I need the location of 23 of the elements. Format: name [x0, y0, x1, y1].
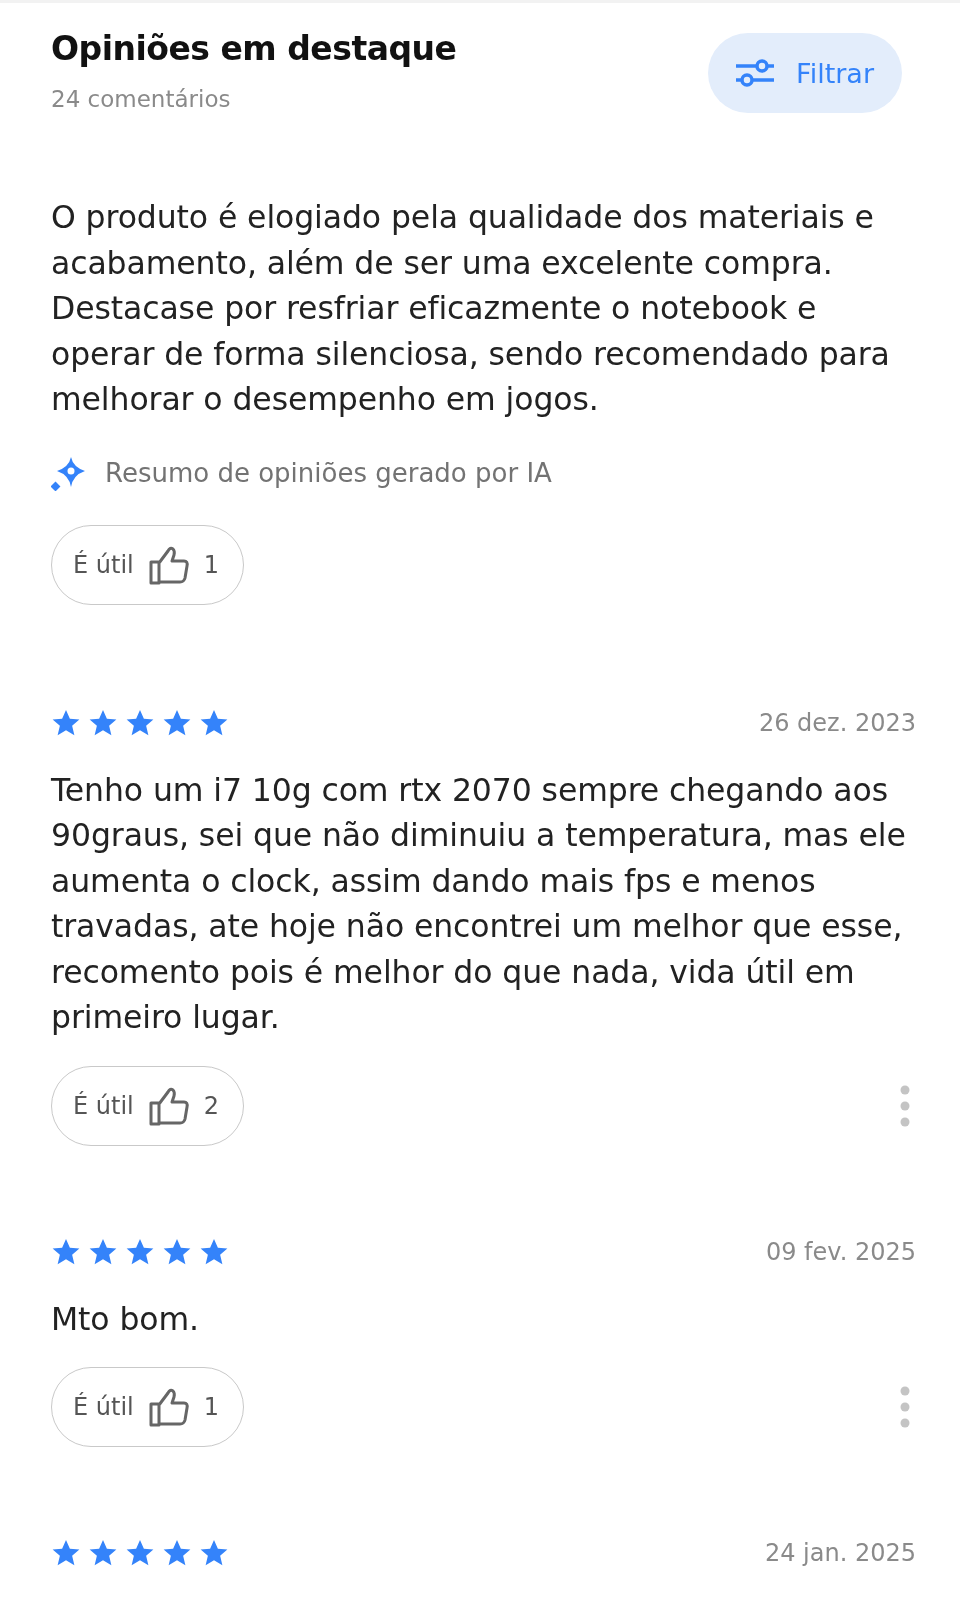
section-title: Opiniões em destaque — [51, 29, 457, 68]
star-icon — [199, 1538, 229, 1568]
review-text: Tenho um i7 10g com rtx 2070 sempre chegando aos 90graus, sei que não diminuiu a temperatura, mas ele aumenta o clock, assim dando mais fps e menos travadas, ate hoje não encontrei um melhor que esse, recomento pois é melhor do que nada, vida útil em primeiro lugar. — [51, 770, 907, 1037]
review-date: 24 jan. 2025 — [764, 1539, 916, 1567]
star-icon — [51, 1538, 81, 1568]
more-options-icon[interactable] — [900, 1386, 910, 1428]
star-icon — [88, 1538, 118, 1568]
review-date: 26 dez. 2023 — [758, 708, 916, 737]
star-icon — [162, 1538, 192, 1568]
review-text: Mto bom. — [51, 1299, 200, 1339]
helpful-button[interactable]: É útil 2 — [51, 1065, 245, 1146]
summary-text: O produto é elogiado pela qualidade dos materiais e acabamento, além de ser uma excelente compra. Destacase por resfriar eficazmente o notebook e operar de forma silenciosa, sendo recomendado para melhorar o desempenho em jogos. — [51, 198, 891, 419]
review-count: 24 comentários — [51, 86, 232, 112]
more-options-icon[interactable] — [900, 1084, 910, 1127]
review-date: 09 fev. 2025 — [765, 1237, 916, 1266]
star-icon — [125, 1538, 155, 1568]
thumbs-up-icon — [147, 1387, 190, 1427]
ai-summary-label: Resumo de opiniões gerado por IA — [105, 457, 552, 488]
helpful-button[interactable]: É útil 1 — [51, 524, 245, 605]
sliders-icon — [734, 58, 777, 88]
helpful-button[interactable]: É útil 1 — [51, 1367, 245, 1447]
thumbs-up-icon — [147, 544, 190, 585]
thumbs-up-icon — [147, 1085, 190, 1126]
